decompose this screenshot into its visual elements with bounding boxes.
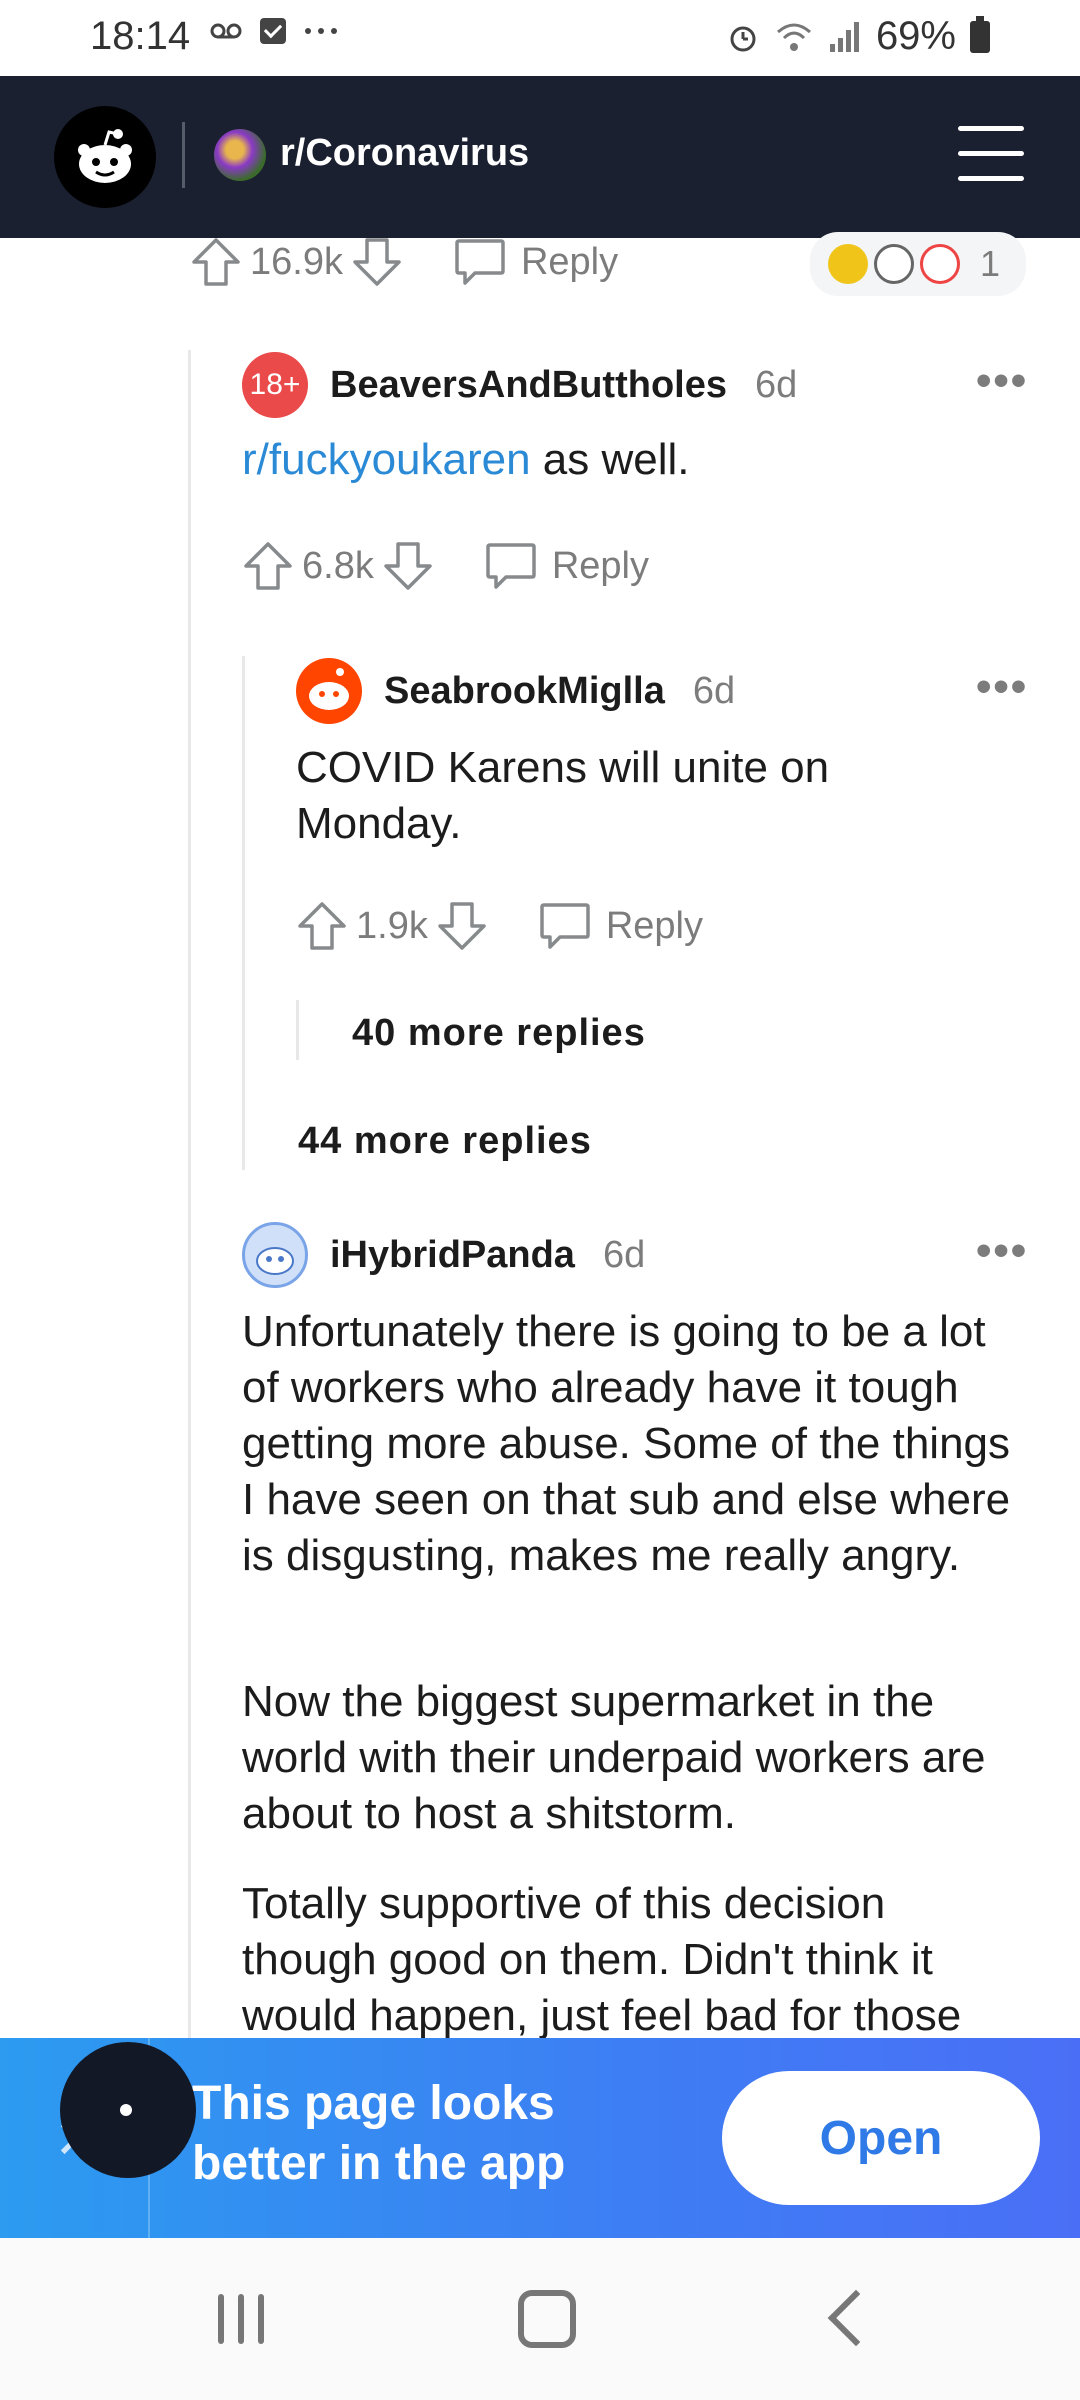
signal-icon — [829, 21, 859, 52]
reddit-logo-icon[interactable] — [54, 106, 156, 208]
downvote-icon[interactable] — [436, 900, 488, 952]
upvote-icon[interactable] — [190, 236, 242, 288]
checkbox-notification-icon — [260, 18, 286, 44]
comment-age: 6d — [754, 363, 798, 406]
floating-bubble-icon[interactable] — [60, 2042, 196, 2178]
comment-paragraph: Totally supportive of this decision thou… — [242, 1879, 962, 2040]
upvote-icon[interactable] — [242, 540, 294, 592]
snoo-avatar-icon[interactable] — [242, 1222, 308, 1288]
top-comment-actions: 16.9k Reply — [190, 236, 618, 288]
comment-header: iHybridPanda 6d — [242, 1222, 645, 1288]
comment-paragraph: Unfortunately there is going to be a lot… — [242, 1307, 1011, 1580]
status-right: 69% — [726, 14, 990, 59]
home-icon[interactable] — [518, 2290, 576, 2348]
status-left-icons — [210, 18, 338, 44]
comment-body: COVID Karens will unite on Monday. — [296, 743, 830, 848]
header-divider — [182, 122, 185, 188]
gold-award-icon — [828, 244, 868, 284]
comment-actions: 1.9k Reply — [296, 900, 703, 952]
recent-apps-icon[interactable] — [218, 2294, 264, 2344]
system-nav-bar — [0, 2238, 1080, 2400]
battery-percent: 69% — [875, 14, 956, 58]
award-count: 1 — [980, 243, 1001, 284]
vote-count: 16.9k — [250, 240, 343, 283]
reply-bubble-icon — [486, 543, 536, 589]
comment-paragraph: Now the biggest supermarket in the world… — [242, 1677, 986, 1838]
wifi-icon — [776, 23, 811, 51]
thread-line[interactable] — [242, 656, 245, 1170]
reply-label: Reply — [520, 240, 619, 283]
thread-line[interactable] — [296, 1000, 299, 1060]
nsfw-avatar-icon[interactable]: 18+ — [242, 352, 308, 418]
downvote-icon[interactable] — [382, 540, 434, 592]
subreddit-icon[interactable] — [214, 129, 266, 181]
comment-username[interactable]: iHybridPanda — [330, 1234, 575, 1277]
back-icon[interactable] — [827, 2289, 885, 2347]
comment-actions: 6.8k Reply — [242, 540, 649, 592]
subreddit-link[interactable]: r/fuckyoukaren — [242, 435, 531, 484]
comment-body: r/fuckyoukaren as well. — [242, 435, 690, 484]
reply-label: Reply — [605, 904, 703, 947]
battery-icon — [970, 15, 990, 53]
comment-age: 6d — [692, 669, 736, 712]
snoo-avatar-icon[interactable] — [296, 658, 362, 724]
alarm-icon — [730, 26, 756, 51]
open-in-app-button[interactable]: Open — [722, 2071, 1040, 2205]
subreddit-name[interactable]: r/Coronavirus — [280, 132, 529, 175]
comment-username[interactable]: BeaversAndButtholes — [330, 364, 727, 407]
reply-button[interactable]: Reply — [453, 237, 618, 287]
awards-pill[interactable]: 1 — [810, 232, 1026, 296]
comment-header: SeabrookMiglla 6d — [296, 658, 735, 724]
snoo-award-icon — [920, 244, 960, 284]
reply-bubble-icon — [455, 239, 505, 285]
f-award-icon — [874, 244, 914, 284]
more-notifications-icon — [305, 28, 337, 34]
more-options-icon[interactable]: ••• — [976, 1226, 1028, 1276]
comment-header: 18+ BeaversAndButtholes 6d — [242, 352, 797, 418]
reddit-header: r/Coronavirus — [0, 76, 1080, 238]
reply-button[interactable]: Reply — [538, 901, 703, 951]
banner-text: This page looks better in the app — [192, 2077, 566, 2190]
more-options-icon[interactable]: ••• — [976, 662, 1028, 712]
more-options-icon[interactable]: ••• — [976, 356, 1028, 406]
downvote-icon[interactable] — [351, 236, 403, 288]
voicemail-icon — [210, 23, 242, 39]
reply-label: Reply — [551, 544, 649, 587]
more-replies-link[interactable]: 44 more replies — [298, 1120, 592, 1163]
comment-username[interactable]: SeabrookMiglla — [384, 670, 665, 713]
upvote-icon[interactable] — [296, 900, 348, 952]
hamburger-menu-icon[interactable] — [958, 126, 1024, 186]
thread-line[interactable] — [188, 350, 191, 2040]
more-replies-link[interactable]: 40 more replies — [352, 1012, 646, 1055]
vote-count: 1.9k — [356, 904, 428, 947]
comment-age: 6d — [602, 1233, 646, 1276]
vote-count: 6.8k — [302, 544, 374, 587]
reply-button[interactable]: Reply — [484, 541, 649, 591]
reply-bubble-icon — [540, 903, 590, 949]
status-time: 18:14 — [90, 14, 191, 58]
status-bar: 18:14 69% — [0, 0, 1080, 76]
